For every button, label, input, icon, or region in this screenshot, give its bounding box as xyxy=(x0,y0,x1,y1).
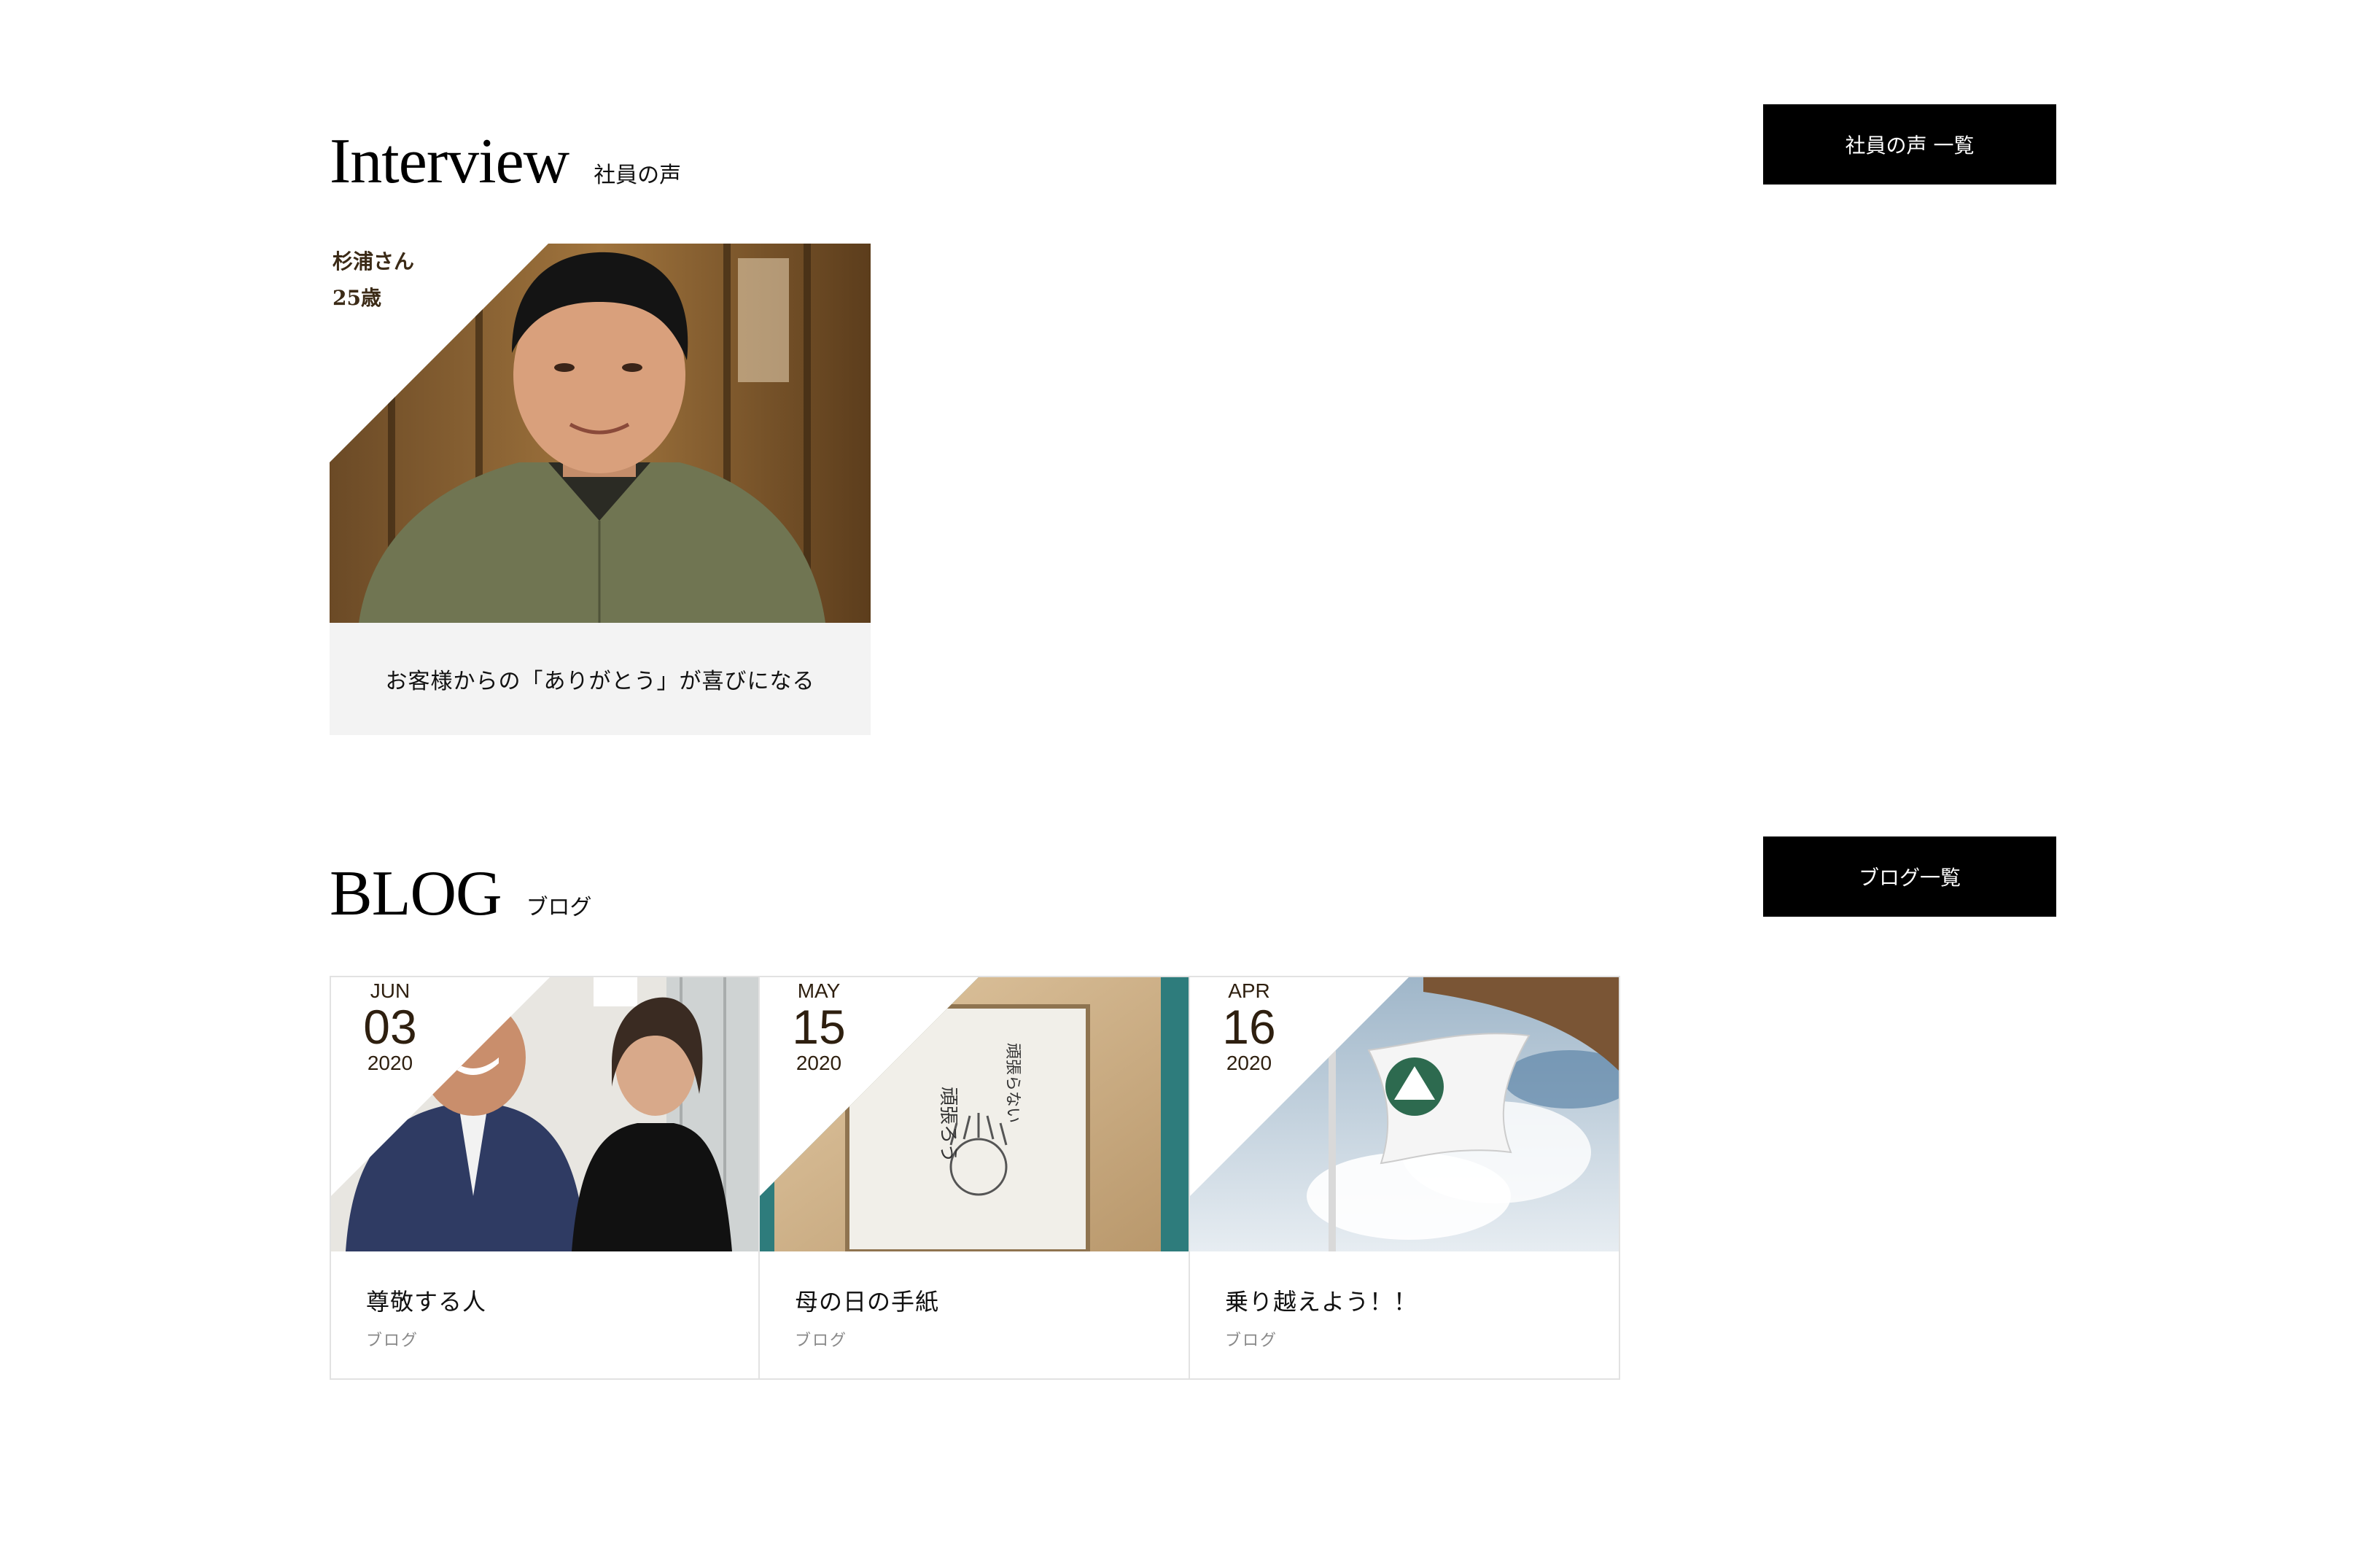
svg-text:頑張らない: 頑張らない xyxy=(1003,1043,1022,1123)
interview-card[interactable]: 杉浦さん 25歳 お客様からの「ありがとう」が喜びになる xyxy=(330,244,871,735)
blog-category: ブログ xyxy=(1225,1332,1278,1350)
blog-date-year: 2020 xyxy=(796,1052,842,1074)
interview-caption: お客様からの「ありがとう」が喜びになる xyxy=(330,623,871,735)
blog-title: 乗り越えよう！！ xyxy=(1225,1288,1418,1316)
blog-card[interactable]: JUN 03 2020 尊敬する人 ブログ xyxy=(330,976,760,1380)
blog-title: 尊敬する人 xyxy=(366,1288,487,1316)
interview-subheading: 社員の声 xyxy=(594,163,682,188)
blog-date-day: 03 xyxy=(363,1000,417,1054)
blog-list-button[interactable]: ブログ一覧 xyxy=(1763,836,2056,917)
blog-card[interactable]: 頑張ろう 頑張らない MAY 15 2020 母の日の手紙 ブログ xyxy=(760,976,1190,1380)
interview-heading: Interview xyxy=(330,126,569,197)
blog-date: APR 16 2020 xyxy=(1216,977,1282,1076)
blog-date-year: 2020 xyxy=(367,1052,413,1074)
blog-date-day: 16 xyxy=(1222,1000,1276,1054)
blog-category: ブログ xyxy=(795,1332,848,1350)
blog-card[interactable]: APR 16 2020 乗り越えよう！！ ブログ xyxy=(1190,976,1620,1380)
interview-person-info: 杉浦さん 25歳 xyxy=(332,244,414,317)
blog-date-year: 2020 xyxy=(1226,1052,1272,1074)
blog-heading: BLOG xyxy=(330,858,502,929)
blog-date: MAY 15 2020 xyxy=(786,977,852,1076)
blog-category: ブログ xyxy=(366,1332,419,1350)
blog-date: JUN 03 2020 xyxy=(357,977,423,1076)
interview-person-age: 25歳 xyxy=(332,286,381,310)
blog-subheading: ブログ xyxy=(526,895,592,920)
interview-person-name: 杉浦さん xyxy=(332,249,415,273)
blog-date-day: 15 xyxy=(792,1000,846,1054)
blog-title: 母の日の手紙 xyxy=(795,1288,940,1316)
svg-text:頑張ろう: 頑張ろう xyxy=(937,1087,959,1162)
interview-header: Interview 社員の声 xyxy=(330,130,681,194)
interview-list-button[interactable]: 社員の声 一覧 xyxy=(1763,104,2056,185)
blog-header: BLOG ブログ xyxy=(330,862,592,926)
blog-list: JUN 03 2020 尊敬する人 ブログ 頑張ろう 頑張らない MAY 15 … xyxy=(330,976,1621,1380)
